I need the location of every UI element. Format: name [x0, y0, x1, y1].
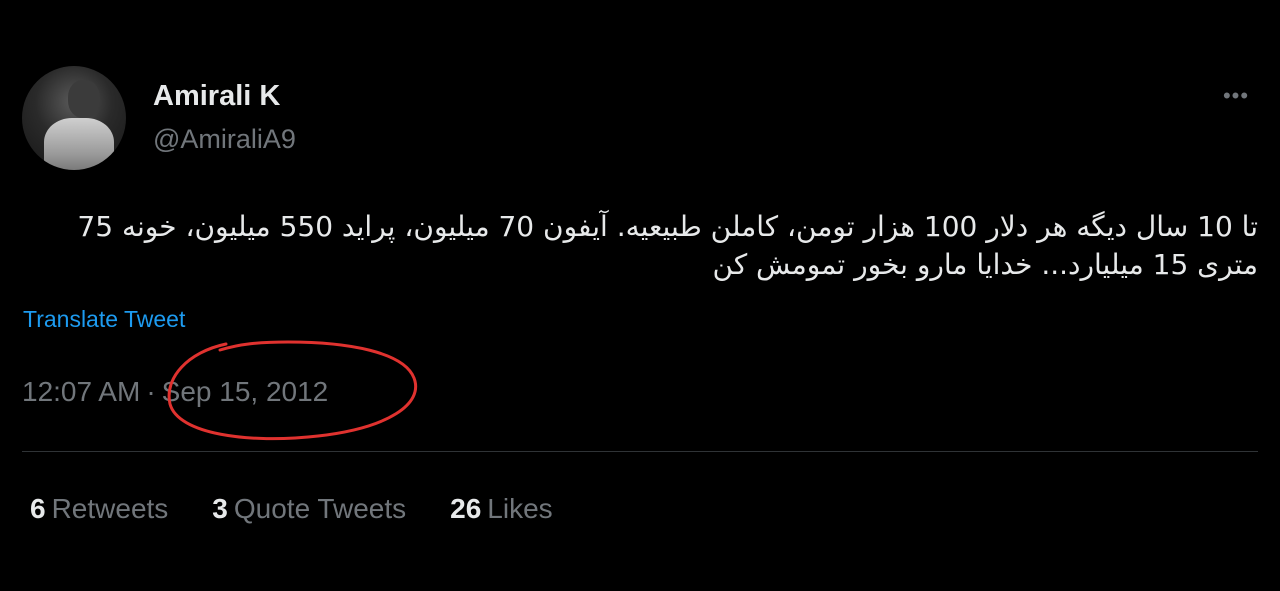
engagement-stats: 6 Retweets 3 Quote Tweets 26 Likes: [30, 493, 553, 525]
avatar-figure-head: [68, 80, 100, 118]
divider: [22, 451, 1258, 452]
retweets-count: 6: [30, 493, 46, 524]
quote-tweets-stat[interactable]: 3 Quote Tweets: [212, 493, 406, 525]
author-display-name[interactable]: Amirali K: [153, 80, 280, 113]
likes-count: 26: [450, 493, 482, 524]
likes-label: Likes: [487, 493, 553, 524]
more-options-icon[interactable]: •••: [1218, 85, 1254, 107]
translate-tweet-link[interactable]: Translate Tweet: [23, 306, 185, 333]
tweet-timestamp[interactable]: 12:07 AM · Sep 15, 2012: [22, 376, 328, 408]
retweets-label: Retweets: [51, 493, 169, 524]
tweet-time: 12:07 AM: [22, 376, 141, 407]
avatar-figure-shirt: [44, 118, 114, 170]
author-handle[interactable]: @AmiraliA9: [153, 124, 296, 155]
separator-dot: ·: [146, 376, 156, 407]
retweets-stat[interactable]: 6 Retweets: [30, 493, 168, 525]
likes-stat[interactable]: 26 Likes: [450, 493, 553, 525]
quotes-count: 3: [212, 493, 228, 524]
tweet-date: Sep 15, 2012: [161, 376, 329, 407]
tweet-text: تا 10 سال دیگه هر دلار 100 هزار تومن، کا…: [77, 210, 1258, 281]
quotes-label: Quote Tweets: [233, 493, 407, 524]
tweet-card: Amirali K @AmiraliA9 ••• تا 10 سال دیگه …: [0, 0, 1280, 591]
avatar[interactable]: [22, 66, 126, 170]
